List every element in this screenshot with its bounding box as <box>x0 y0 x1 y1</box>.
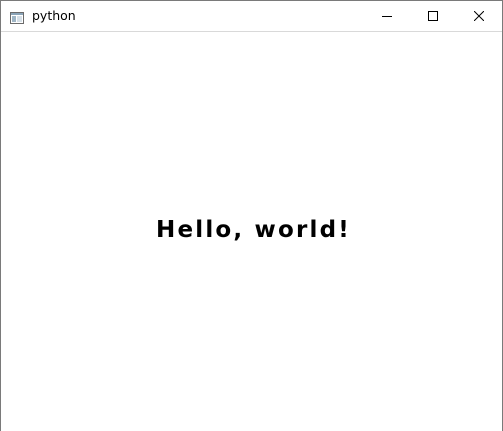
app-window: python Hello, world! <box>0 0 503 431</box>
client-area: Hello, world! <box>1 31 502 431</box>
close-icon <box>474 11 484 21</box>
maximize-button[interactable] <box>410 1 456 31</box>
close-button[interactable] <box>456 1 502 31</box>
app-window-icon[interactable] <box>10 9 24 24</box>
hello-label: Hello, world! <box>156 217 351 243</box>
window-title: python <box>32 8 76 23</box>
minimize-icon <box>382 16 392 17</box>
minimize-button[interactable] <box>364 1 410 31</box>
title-bar[interactable]: python <box>1 1 502 31</box>
maximize-icon <box>428 11 438 21</box>
